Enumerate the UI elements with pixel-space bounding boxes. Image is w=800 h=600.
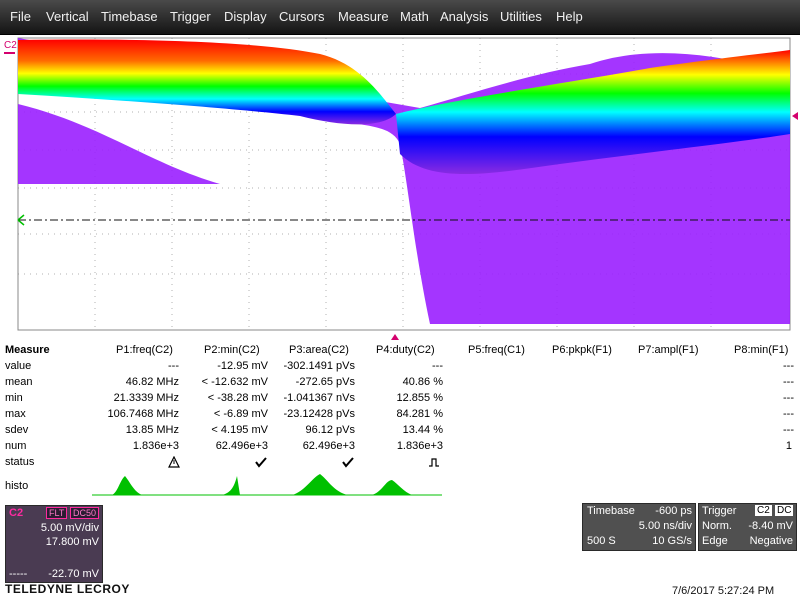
cell: < -12.632 mV xyxy=(201,376,268,388)
measure-table: Measure P1:freq(C2) P2:min(C2) P3:area(C… xyxy=(0,340,800,500)
cell: < -6.89 mV xyxy=(213,408,268,420)
cell: 1 xyxy=(785,440,792,452)
row-label: sdev xyxy=(5,424,29,436)
channel-bottom-left: ----- xyxy=(9,568,28,580)
cell: --- xyxy=(783,360,794,372)
row-label: value xyxy=(5,360,32,372)
channel-label: C2 xyxy=(4,40,17,51)
cell: --- xyxy=(783,424,794,436)
cell: --- xyxy=(783,408,794,420)
histogram-p3[interactable] xyxy=(268,474,356,496)
channel-marker xyxy=(4,52,15,54)
histogram-p1[interactable] xyxy=(92,476,182,496)
menu-cursors[interactable]: Cursors xyxy=(279,9,325,24)
checkmark-icon xyxy=(255,457,267,468)
waveform-display[interactable] xyxy=(0,34,800,340)
trigger-type: Edge xyxy=(702,535,728,547)
cell: 1.836e+3 xyxy=(396,440,443,452)
cell: 96.12 pVs xyxy=(305,424,355,436)
date-time: 7/6/2017 5:27:24 PM xyxy=(672,585,775,597)
trigger-title: Trigger xyxy=(702,505,737,517)
coupling-badge: DC50 xyxy=(70,507,100,519)
cell: < 4.195 mV xyxy=(211,424,268,436)
row-label: max xyxy=(5,408,26,420)
col-p2[interactable]: P2:min(C2) xyxy=(204,344,260,356)
channel-c2-descriptor[interactable]: C2 FLT DC50 5.00 mV/div 17.800 mV ----- … xyxy=(5,505,103,583)
timebase-tdiv: 5.00 ns/div xyxy=(638,520,692,532)
row-label: status xyxy=(5,456,35,468)
cell: --- xyxy=(783,392,794,404)
histogram-p4[interactable] xyxy=(356,480,442,496)
persistence-band-left xyxy=(18,39,396,125)
menu-analysis[interactable]: Analysis xyxy=(440,9,488,24)
filter-badge: FLT xyxy=(46,507,68,519)
cell: --- xyxy=(432,360,443,372)
timebase-title: Timebase xyxy=(587,505,635,517)
menu-file[interactable]: File xyxy=(10,9,31,24)
trigger-slope: Negative xyxy=(749,535,793,547)
menu-bar: File Vertical Timebase Trigger Display C… xyxy=(0,0,800,35)
menu-vertical[interactable]: Vertical xyxy=(46,9,89,24)
trigger-level-marker-icon[interactable] xyxy=(792,112,798,120)
cell: < -38.28 mV xyxy=(207,392,268,404)
menu-measure[interactable]: Measure xyxy=(338,9,389,24)
cell: 13.44 % xyxy=(402,424,443,436)
cell: 1.836e+3 xyxy=(132,440,179,452)
checkmark-icon xyxy=(342,457,354,468)
brand-logo: TELEDYNE LECROY xyxy=(5,582,130,596)
col-p5[interactable]: P5:freq(C1) xyxy=(468,344,525,356)
channel-name: C2 xyxy=(9,507,24,519)
col-p1[interactable]: P1:freq(C2) xyxy=(116,344,173,356)
trigger-channel-badge: C2 xyxy=(755,505,772,516)
offset-value: 17.800 mV xyxy=(45,536,99,548)
histograms xyxy=(92,474,442,496)
cell: 106.7468 MHz xyxy=(107,408,179,420)
menu-math[interactable]: Math xyxy=(400,9,429,24)
menu-trigger[interactable]: Trigger xyxy=(170,9,211,24)
timebase-rate: 10 GS/s xyxy=(652,535,692,547)
cell: 21.3339 MHz xyxy=(113,392,179,404)
cell: -302.1491 pVs xyxy=(283,360,355,372)
channel-bottom-value: -22.70 mV xyxy=(48,568,99,580)
volts-per-div: 5.00 mV/div xyxy=(40,522,99,534)
cell: 62.496e+3 xyxy=(215,440,268,452)
waveform-lower-left xyxy=(18,104,220,184)
cell: --- xyxy=(168,360,179,372)
menu-help[interactable]: Help xyxy=(556,9,583,24)
col-p3[interactable]: P3:area(C2) xyxy=(289,344,349,356)
timebase-delay: -600 ps xyxy=(655,505,692,517)
trigger-level: -8.40 mV xyxy=(748,520,793,532)
trigger-mode: Norm. xyxy=(702,520,732,532)
pulse-icon xyxy=(429,458,439,467)
row-label: num xyxy=(5,440,27,452)
row-label: min xyxy=(5,392,23,404)
trigger-coupling-badge: DC xyxy=(775,505,794,516)
cell: 12.855 % xyxy=(396,392,443,404)
col-p8[interactable]: P8:min(F1) xyxy=(734,344,788,356)
menu-display[interactable]: Display xyxy=(224,9,267,24)
warning-icon xyxy=(168,456,180,468)
measure-title: Measure xyxy=(5,344,50,356)
cell: -272.65 pVs xyxy=(295,376,355,388)
timebase-samples: 500 S xyxy=(587,535,616,547)
histogram-p2[interactable] xyxy=(182,476,268,496)
col-p7[interactable]: P7:ampl(F1) xyxy=(638,344,699,356)
col-p6[interactable]: P6:pkpk(F1) xyxy=(552,344,612,356)
menu-timebase[interactable]: Timebase xyxy=(101,9,158,24)
cell: 13.85 MHz xyxy=(125,424,179,436)
histo-label: histo xyxy=(5,480,29,492)
cell: -1.041367 nVs xyxy=(283,392,355,404)
timebase-descriptor[interactable]: Timebase -600 ps 5.00 ns/div 500 S 10 GS… xyxy=(582,503,696,551)
cell: -12.95 mV xyxy=(217,360,268,372)
cell: --- xyxy=(783,376,794,388)
cell: 46.82 MHz xyxy=(125,376,179,388)
cell: 40.86 % xyxy=(402,376,443,388)
cell: 84.281 % xyxy=(396,408,443,420)
menu-utilities[interactable]: Utilities xyxy=(500,9,542,24)
cell: 62.496e+3 xyxy=(302,440,355,452)
col-p4[interactable]: P4:duty(C2) xyxy=(376,344,435,356)
trigger-descriptor[interactable]: Trigger C2 DC Norm. -8.40 mV Edge Negati… xyxy=(698,503,797,551)
row-label: mean xyxy=(5,376,33,388)
cell: -23.12428 pVs xyxy=(283,408,355,420)
